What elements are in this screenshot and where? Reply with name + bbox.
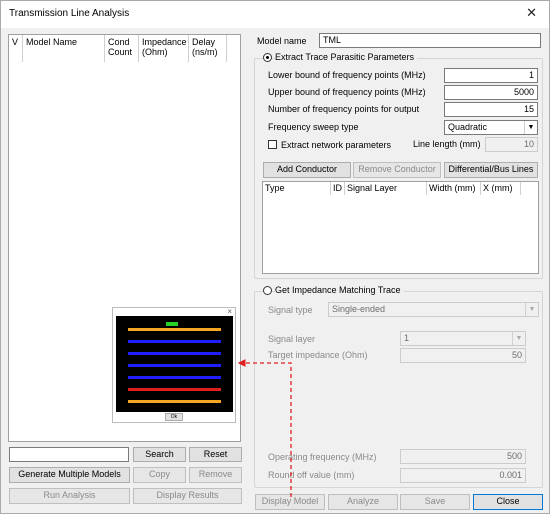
annotation-arrow	[237, 359, 292, 497]
dialog-window: Transmission Line Analysis ✕ V Model Nam…	[0, 0, 550, 514]
